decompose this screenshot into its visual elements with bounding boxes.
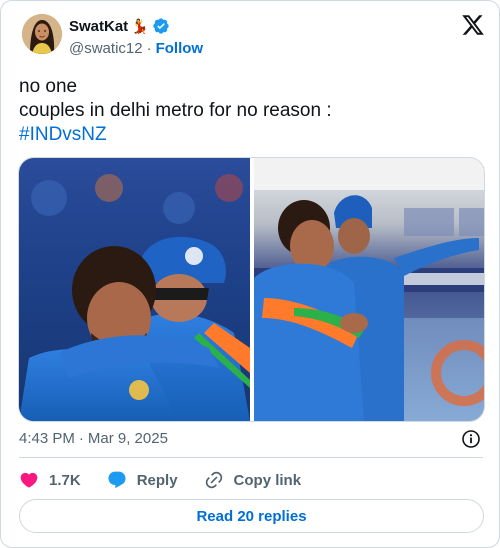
hashtag-link[interactable]: #INDvsNZ (19, 123, 483, 147)
tweet-date: Mar 9, 2025 (87, 430, 168, 447)
reply-label: Reply (136, 471, 178, 489)
user-handle[interactable]: @swatic12 (69, 40, 143, 57)
handle-row: @swatic12 · Follow (69, 40, 203, 57)
follow-button[interactable]: Follow (156, 40, 204, 57)
tweet-timestamp[interactable]: 4:43 PM · Mar 9, 2025 (19, 430, 168, 447)
tweet-media (18, 157, 485, 422)
handle-separator: · (146, 40, 152, 57)
divider (19, 457, 483, 458)
photo-right[interactable] (254, 158, 484, 421)
tweet-text-line: no one (19, 76, 78, 97)
name-row: SwatKat 💃 (69, 17, 170, 35)
link-icon (204, 470, 224, 490)
name-emoji: 💃 (131, 17, 149, 34)
tweet-time: 4:43 PM (19, 430, 75, 447)
display-name[interactable]: SwatKat (69, 18, 128, 35)
tweet-text: no one couples in delhi metro for no rea… (19, 75, 483, 147)
tweet-card: SwatKat 💃 @swatic12 · Follow no one coup… (0, 0, 500, 548)
reply-bubble-icon (107, 470, 127, 490)
photo-left[interactable] (19, 158, 250, 421)
verified-badge-icon (152, 17, 170, 35)
action-bar: 1.7K Reply Copy link (19, 468, 327, 492)
x-logo-icon[interactable] (461, 13, 485, 37)
info-icon[interactable] (461, 429, 481, 449)
avatar[interactable] (22, 14, 62, 54)
heart-icon (19, 470, 39, 490)
reply-button[interactable]: Reply (107, 470, 178, 490)
like-button[interactable]: 1.7K (19, 470, 81, 490)
meta-separator: · (78, 430, 84, 447)
tweet-text-line: couples in delhi metro for no reason : (19, 100, 332, 121)
read-replies-button[interactable]: Read 20 replies (19, 499, 484, 533)
tweet-header: SwatKat 💃 @swatic12 · Follow (19, 13, 485, 63)
copy-link-button[interactable]: Copy link (204, 470, 302, 490)
copy-link-label: Copy link (233, 471, 302, 489)
like-count: 1.7K (49, 471, 81, 489)
